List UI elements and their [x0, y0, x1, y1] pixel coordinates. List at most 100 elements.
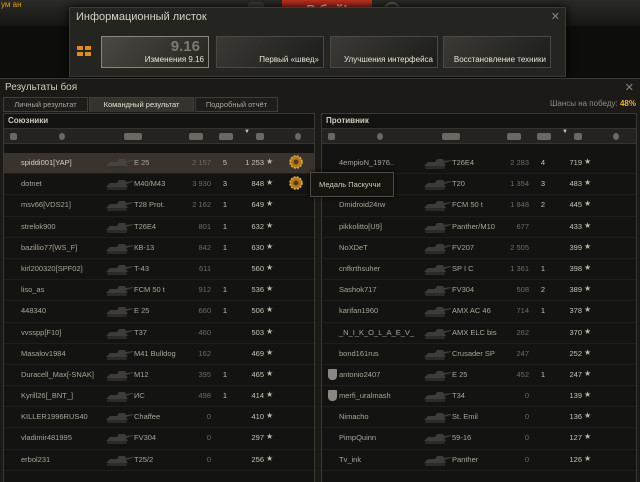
xp-value: 649: [251, 200, 264, 210]
tank-icon[interactable]: [442, 133, 460, 140]
player-name[interactable]: kirl200320[SPF02]: [21, 264, 83, 273]
player-name[interactable]: Masalov1984: [21, 349, 66, 358]
tank-icon: [104, 388, 134, 404]
player-name[interactable]: PimpQuinn: [339, 433, 376, 442]
player-row[interactable]: dotnet M40/M43 3 930 3 848 ★: [4, 174, 314, 196]
player-row[interactable]: antonio2407 E 25 452 1 247 ★: [322, 365, 636, 387]
player-row[interactable]: Duracell_Max[-SNAK] M12 395 1 465 ★: [4, 365, 314, 387]
player-row[interactable]: 448340 E 25 660 1 506 ★: [4, 301, 314, 323]
player-name[interactable]: karifan1960: [339, 306, 378, 315]
kills-icon[interactable]: [219, 133, 233, 140]
tank-icon[interactable]: [124, 133, 142, 140]
player-row[interactable]: cnfkrthsuher SP I C 1 361 1 398 ★: [322, 259, 636, 281]
star-icon: ★: [266, 453, 274, 463]
star-icon[interactable]: [256, 133, 264, 140]
medal-icon[interactable]: [288, 154, 304, 170]
tab-team[interactable]: Командный результат: [89, 97, 194, 112]
player-row[interactable]: Tv_ink Panther 0 126 ★: [322, 450, 636, 471]
player-name[interactable]: Nimacho: [339, 412, 369, 421]
grid-icon[interactable]: [77, 46, 91, 57]
player-row[interactable]: NoXDeT FV207 2 505 399 ★: [322, 238, 636, 259]
player-row[interactable]: merfi_uralmash T34 0 139 ★: [322, 386, 636, 408]
player-name[interactable]: bazillio77[WS_F]: [21, 243, 77, 252]
player-name[interactable]: liso_as: [21, 285, 44, 294]
player-row[interactable]: 4empioN_1976.. T26E4 2 283 4 719 ★: [322, 153, 636, 175]
info-card-interface[interactable]: Улучшения интерфейса: [330, 36, 438, 68]
medal-column-icon[interactable]: [613, 133, 619, 140]
player-row[interactable]: _N_I_K_O_L_A_E_V_ AMX ELC bis 262 370 ★: [322, 323, 636, 344]
xp-value: 139: [569, 391, 582, 401]
player-row[interactable]: liso_as FCM 50 t 912 1 536 ★: [4, 280, 314, 302]
player-row[interactable]: msv66[VDS21] T28 Prot. 2 162 1 649 ★: [4, 195, 314, 217]
player-name[interactable]: spiddi001[YAP]: [21, 158, 72, 167]
player-row[interactable]: Sashok717 FV304 508 2 389 ★: [322, 280, 636, 302]
squad-icon[interactable]: [328, 133, 335, 140]
player-name[interactable]: Kyrill26[_BNT_]: [21, 391, 73, 400]
player-name[interactable]: _N_I_K_O_L_A_E_V_: [339, 328, 414, 337]
player-row[interactable]: Dmidroid24rw FCM 50 t 1 848 2 445 ★: [322, 195, 636, 217]
player-row[interactable]: vvsspp[F10] T37 460 503 ★: [4, 323, 314, 344]
player-name[interactable]: pikkolitto[U9]: [339, 222, 382, 231]
player-row[interactable]: karifan1960 AMX AC 46 714 1 378 ★: [322, 301, 636, 323]
close-icon[interactable]: ✕: [551, 10, 560, 23]
info-card-changes[interactable]: 9.16 Изменения 9.16: [101, 36, 209, 68]
tab-personal[interactable]: Личный результат: [3, 97, 88, 112]
player-name[interactable]: Sashok717: [339, 285, 377, 294]
player-name[interactable]: strelok900: [21, 222, 56, 231]
player-row[interactable]: erbol231 T25/2 0 256 ★: [4, 450, 314, 471]
tank-icon: [104, 367, 134, 383]
damage-icon[interactable]: [189, 133, 203, 140]
player-name[interactable]: NoXDeT: [339, 243, 368, 252]
xp-value: 126: [569, 454, 582, 464]
player-row[interactable]: PimpQuinn 59-16 0 127 ★: [322, 428, 636, 450]
kills-icon[interactable]: [537, 133, 551, 140]
tab-detailed[interactable]: Подробный отчёт: [195, 97, 278, 112]
player-name[interactable]: 4empioN_1976..: [339, 158, 394, 167]
medal-column-icon[interactable]: [295, 133, 301, 140]
player-icon[interactable]: [59, 133, 65, 140]
damage-value: 0: [206, 412, 211, 422]
player-row[interactable]: pikkolitto[U9] Panther/M10 677 433 ★: [322, 217, 636, 238]
tank-icon: [104, 409, 134, 425]
player-name[interactable]: dotnet: [21, 179, 42, 188]
info-card-restoration[interactable]: Восстановление техники: [443, 36, 551, 68]
player-row[interactable]: kirl200320[SPF02] T-43 611 560 ★: [4, 259, 314, 281]
player-name[interactable]: 448340: [21, 306, 46, 315]
medal-icon[interactable]: [288, 175, 304, 191]
player-row[interactable]: Kyrill26[_BNT_] ИС 498 1 414 ★: [4, 386, 314, 408]
xp-value: 127: [569, 433, 582, 443]
player-name[interactable]: Dmidroid24rw: [339, 200, 385, 209]
player-row[interactable]: spiddi001[YAP] E 25 2 157 5 1 253 ★: [4, 153, 314, 175]
player-row[interactable]: KILLER1996RUS40 Chaffee 0 410 ★: [4, 407, 314, 429]
star-icon[interactable]: [574, 133, 582, 140]
squad-icon[interactable]: [10, 133, 17, 140]
player-name[interactable]: vladimir481995: [21, 433, 72, 442]
player-name[interactable]: bond161rus: [339, 349, 379, 358]
damage-icon[interactable]: [507, 133, 521, 140]
tank-name: T28 Prot.: [134, 200, 165, 210]
player-name[interactable]: Duracell_Max[-SNAK]: [21, 370, 94, 379]
allies-panel: Союзники ▼ spiddi001[YAP] E 25 2 157 5 1 253…: [3, 113, 315, 482]
player-row[interactable]: Nimacho St. Emil 0 136 ★: [322, 407, 636, 429]
player-row[interactable]: bazillio77[WS_F] КВ-13 842 1 630 ★: [4, 238, 314, 259]
player-name[interactable]: merfi_uralmash: [339, 391, 391, 400]
tank-name: FV207: [452, 242, 475, 252]
player-row[interactable]: strelok900 T26E4 801 1 632 ★: [4, 217, 314, 238]
player-name[interactable]: KILLER1996RUS40: [21, 412, 88, 421]
close-icon[interactable]: ✕: [625, 81, 634, 94]
player-row[interactable]: Masalov1984 M41 Bulldog 162 469 ★: [4, 344, 314, 365]
player-icon[interactable]: [377, 133, 383, 140]
player-name[interactable]: erbol231: [21, 455, 50, 464]
damage-value: 842: [198, 242, 211, 252]
info-card-swedish[interactable]: Первый «швед»: [216, 36, 324, 68]
player-name[interactable]: antonio2407: [339, 370, 380, 379]
player-row[interactable]: vladimir481995 FV304 0 297 ★: [4, 428, 314, 450]
player-name[interactable]: cnfkrthsuher: [339, 264, 380, 273]
xp-value: 848: [251, 179, 264, 189]
player-name[interactable]: Tv_ink: [339, 455, 361, 464]
win-chance: Шансы на победу: 48%: [550, 99, 636, 108]
star-icon: ★: [584, 326, 592, 336]
player-row[interactable]: bond161rus Crusader SP 247 252 ★: [322, 344, 636, 365]
player-name[interactable]: msv66[VDS21]: [21, 200, 71, 209]
player-name[interactable]: vvsspp[F10]: [21, 328, 61, 337]
